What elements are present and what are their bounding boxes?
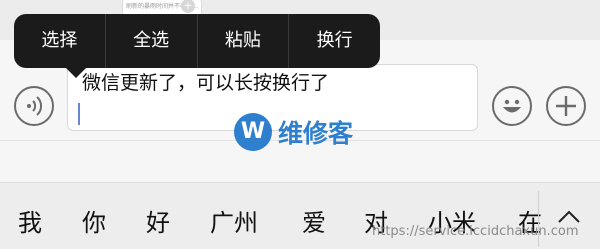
watermark-url: https://service.iccidchaxun.com	[372, 224, 579, 239]
candidate-word[interactable]: 好	[146, 203, 170, 238]
candidate-word[interactable]: 广州	[210, 203, 258, 238]
watermark-brand: 维修客	[278, 119, 354, 148]
smiley-icon	[503, 99, 521, 113]
plus-icon: +	[181, 0, 195, 13]
voice-button[interactable]	[14, 86, 54, 126]
candidate-word[interactable]: 你	[82, 203, 106, 238]
message-input-text: 微信更新了，可以长按换行了	[82, 72, 330, 94]
watermark-logo: W 维修客	[234, 112, 353, 152]
candidate-word[interactable]: 我	[18, 203, 42, 238]
menu-item-newline[interactable]: 换行	[288, 14, 380, 68]
keyboard-candidate-bar: 我 你 好 广州 爱 对 小米 在 https://service.iccidc…	[0, 182, 600, 249]
context-menu-pointer	[64, 66, 88, 78]
watermark-logo-icon: W	[234, 113, 272, 151]
menu-item-select[interactable]: 选择	[14, 14, 105, 68]
more-button[interactable]	[546, 86, 586, 126]
menu-item-select-all[interactable]: 全选	[104, 14, 197, 68]
text-context-menu: 选择 全选 粘贴 换行	[14, 14, 380, 68]
voice-icon	[27, 96, 43, 116]
plus-icon	[556, 96, 576, 116]
menu-item-paste[interactable]: 粘贴	[196, 14, 289, 68]
emoji-button[interactable]	[492, 86, 532, 126]
text-caret	[78, 103, 80, 125]
candidate-word[interactable]: 爱	[302, 203, 326, 238]
